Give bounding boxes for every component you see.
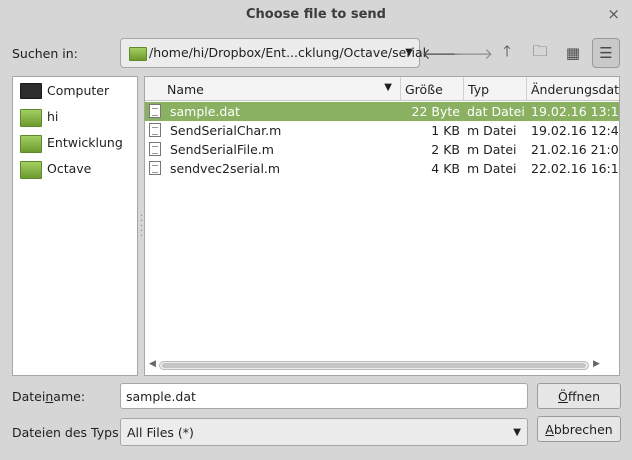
file-type: dat Datei [467,104,525,119]
filename-field[interactable]: sample.dat [120,383,528,409]
new-folder-icon: 🗀 [532,41,548,60]
scroll-left-icon[interactable]: ◀ [149,359,156,369]
document-icon [149,104,161,118]
file-modified: 21.02.16 21:06 [531,142,620,157]
filename-label: Dateiname: [12,389,85,404]
column-header-size[interactable]: Größe [401,77,464,101]
scroll-right-icon[interactable]: ▶ [593,359,600,369]
sidebar-item-label: Computer [47,83,110,98]
column-header-name[interactable]: Name ▼ [145,77,401,101]
places-sidebar: Computer hi Entwicklung Octave [12,76,138,376]
scrollbar-thumb[interactable] [162,363,586,368]
sidebar-item-hi[interactable]: hi [17,106,135,128]
pane-resize-grip[interactable]: · · · · · [140,212,143,242]
file-name: SendSerialChar.m [170,123,282,138]
filename-label-end: ame: [53,389,86,404]
folder-icon [20,161,42,179]
sidebar-item-label: Entwicklung [47,135,123,150]
horizontal-scrollbar[interactable] [159,361,589,370]
file-modified: 19.02.16 12:40 [531,123,620,138]
sort-descending-icon: ▼ [384,82,392,93]
grid-view-icon: ▦ [565,44,581,62]
file-row-sendserialfile[interactable]: SendSerialFile.m 2 KB m Datei 21.02.16 2… [145,140,620,159]
cancel-label: bbrechen [553,422,613,437]
arrow-right-icon: 🡒 [452,44,494,63]
new-folder-button[interactable]: 🗀 [526,38,554,68]
file-name: SendSerialFile.m [170,142,274,157]
file-name: sendvec2serial.m [170,161,281,176]
folder-icon [20,135,42,153]
file-type: m Datei [467,142,517,157]
sidebar-item-octave[interactable]: Octave [17,158,135,180]
file-chooser-dialog: Choose file to send × Suchen in: /home/h… [0,0,632,460]
file-row-sendvec2serial[interactable]: sendvec2serial.m 4 KB m Datei 22.02.16 1… [145,159,620,178]
look-in-label: Suchen in: [12,46,78,61]
file-list: Name ▼ Größe Typ Änderungsdatu sample.da… [144,76,620,376]
back-button[interactable]: 🡐 [422,38,462,68]
document-icon [149,161,161,175]
cancel-button[interactable]: Abbrechen [537,416,621,442]
file-size: 22 Byte [411,104,460,119]
file-modified: 22.02.16 16:10 [531,161,620,176]
column-header-label: Änderungsdatu [531,82,620,97]
column-header-label: Name [167,82,204,97]
file-type: m Datei [467,123,517,138]
file-name: sample.dat [170,104,240,119]
file-size: 1 KB [431,123,460,138]
cancel-mnemonic: A [545,422,554,437]
list-view-icon: ☰ [599,44,613,62]
computer-icon [20,83,42,99]
sidebar-item-label: hi [47,109,59,124]
file-type: m Datei [467,161,517,176]
look-in-combo[interactable]: /home/hi/Dropbox/Ent...cklung/Octave/ser… [120,38,426,68]
close-icon[interactable]: × [607,5,620,23]
arrow-up-icon: 🡑 [503,41,511,60]
folder-icon [129,47,147,61]
filetype-label: Dateien des Typs: [12,425,123,440]
title-bar[interactable]: Choose file to send × [0,0,632,30]
filename-label-start: Datei [12,389,46,404]
current-path: /home/hi/Dropbox/Ent...cklung/Octave/ser… [149,45,427,60]
detail-view-button[interactable]: ☰ [592,38,620,68]
column-header-modified[interactable]: Änderungsdatu [527,77,620,101]
sidebar-item-computer[interactable]: Computer [17,80,135,102]
open-label: ffnen [567,389,600,404]
column-header-type[interactable]: Typ [464,77,527,101]
document-icon [149,142,161,156]
filetype-combo[interactable]: All Files (*) ▼ [120,418,528,446]
file-row-sendserialchar[interactable]: SendSerialChar.m 1 KB m Datei 19.02.16 1… [145,121,620,140]
open-mnemonic: Ö [558,389,568,404]
column-header-label: Typ [468,82,490,97]
column-header-label: Größe [405,82,443,97]
file-modified: 19.02.16 13:18 [531,104,620,119]
file-row-sample-dat[interactable]: sample.dat 22 Byte dat Datei 19.02.16 13… [145,102,620,121]
sidebar-item-entwicklung[interactable]: Entwicklung [17,132,135,154]
file-size: 4 KB [431,161,460,176]
forward-button[interactable]: 🡒 [453,38,493,68]
parent-directory-button[interactable]: 🡑 [493,38,521,68]
document-icon [149,123,161,137]
chevron-down-icon: ▼ [405,47,413,58]
open-button[interactable]: Öffnen [537,383,621,409]
icon-view-button[interactable]: ▦ [559,38,587,68]
chevron-down-icon: ▼ [513,427,521,438]
filetype-value: All Files (*) [127,425,194,440]
file-size: 2 KB [431,142,460,157]
folder-icon [20,109,42,127]
sidebar-item-label: Octave [47,161,92,176]
dialog-title: Choose file to send [246,7,386,22]
